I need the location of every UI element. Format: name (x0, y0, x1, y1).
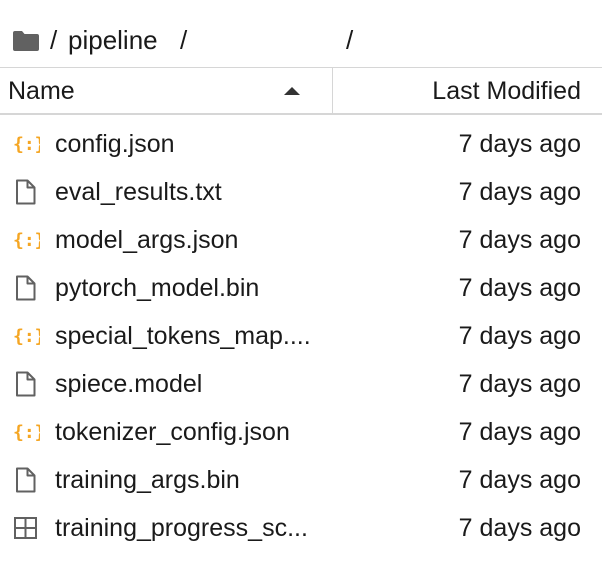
svg-text:{:}: {:} (13, 230, 40, 251)
svg-text:{:}: {:} (13, 422, 40, 443)
file-icon (12, 179, 40, 205)
file-modified: 7 days ago (458, 418, 581, 446)
svg-text:{:}: {:} (13, 326, 40, 347)
file-row[interactable]: {:} special_tokens_map.... 7 days ago (0, 312, 602, 360)
file-modified: 7 days ago (458, 514, 581, 542)
breadcrumb-separator: / (346, 25, 354, 55)
file-name: pytorch_model.bin (55, 274, 260, 302)
last-modified-column-header[interactable]: Last Modified (334, 68, 602, 114)
file-modified: 7 days ago (458, 178, 581, 206)
file-modified: 7 days ago (458, 370, 581, 398)
file-name: spiece.model (55, 370, 203, 398)
sort-ascending-icon (284, 87, 300, 95)
name-column-header[interactable]: Name (0, 68, 333, 114)
file-list-header: Name Last Modified (0, 67, 602, 115)
file-name: special_tokens_map.... (55, 322, 311, 350)
file-name: config.json (55, 130, 175, 158)
json-icon: {:} (12, 227, 46, 253)
file-name: model_args.json (55, 226, 239, 254)
json-icon: {:} (12, 131, 46, 157)
file-row[interactable]: training_progress_sc... 7 days ago (0, 504, 602, 552)
file-list: {:} config.json 7 days ago eval_results.… (0, 120, 602, 552)
file-modified: 7 days ago (458, 322, 581, 350)
file-modified: 7 days ago (458, 466, 581, 494)
file-icon (12, 275, 40, 301)
name-column-label: Name (8, 77, 75, 105)
breadcrumb-item-pipeline[interactable]: pipeline (68, 24, 158, 56)
file-row[interactable]: {:} model_args.json 7 days ago (0, 216, 602, 264)
file-modified: 7 days ago (458, 130, 581, 158)
breadcrumb: / pipeline / / (12, 22, 592, 58)
file-name: training_progress_sc... (55, 514, 308, 542)
file-row[interactable]: {:} config.json 7 days ago (0, 120, 602, 168)
file-icon (12, 467, 40, 493)
file-icon (12, 371, 40, 397)
file-row[interactable]: {:} tokenizer_config.json 7 days ago (0, 408, 602, 456)
svg-text:{:}: {:} (13, 134, 40, 155)
breadcrumb-separator: / (50, 25, 58, 55)
file-name: training_args.bin (55, 466, 240, 494)
file-row[interactable]: spiece.model 7 days ago (0, 360, 602, 408)
json-icon: {:} (12, 323, 46, 349)
file-row[interactable]: pytorch_model.bin 7 days ago (0, 264, 602, 312)
file-row[interactable]: eval_results.txt 7 days ago (0, 168, 602, 216)
file-modified: 7 days ago (458, 226, 581, 254)
last-modified-column-label: Last Modified (432, 77, 581, 105)
file-name: eval_results.txt (55, 178, 222, 206)
folder-icon[interactable] (12, 30, 40, 52)
file-browser: / pipeline / / Name Last Modified {:} co… (0, 0, 602, 576)
file-row[interactable]: training_args.bin 7 days ago (0, 456, 602, 504)
spreadsheet-icon (12, 515, 40, 541)
file-name: tokenizer_config.json (55, 418, 290, 446)
file-modified: 7 days ago (458, 274, 581, 302)
breadcrumb-separator: / (180, 25, 188, 55)
json-icon: {:} (12, 419, 46, 445)
